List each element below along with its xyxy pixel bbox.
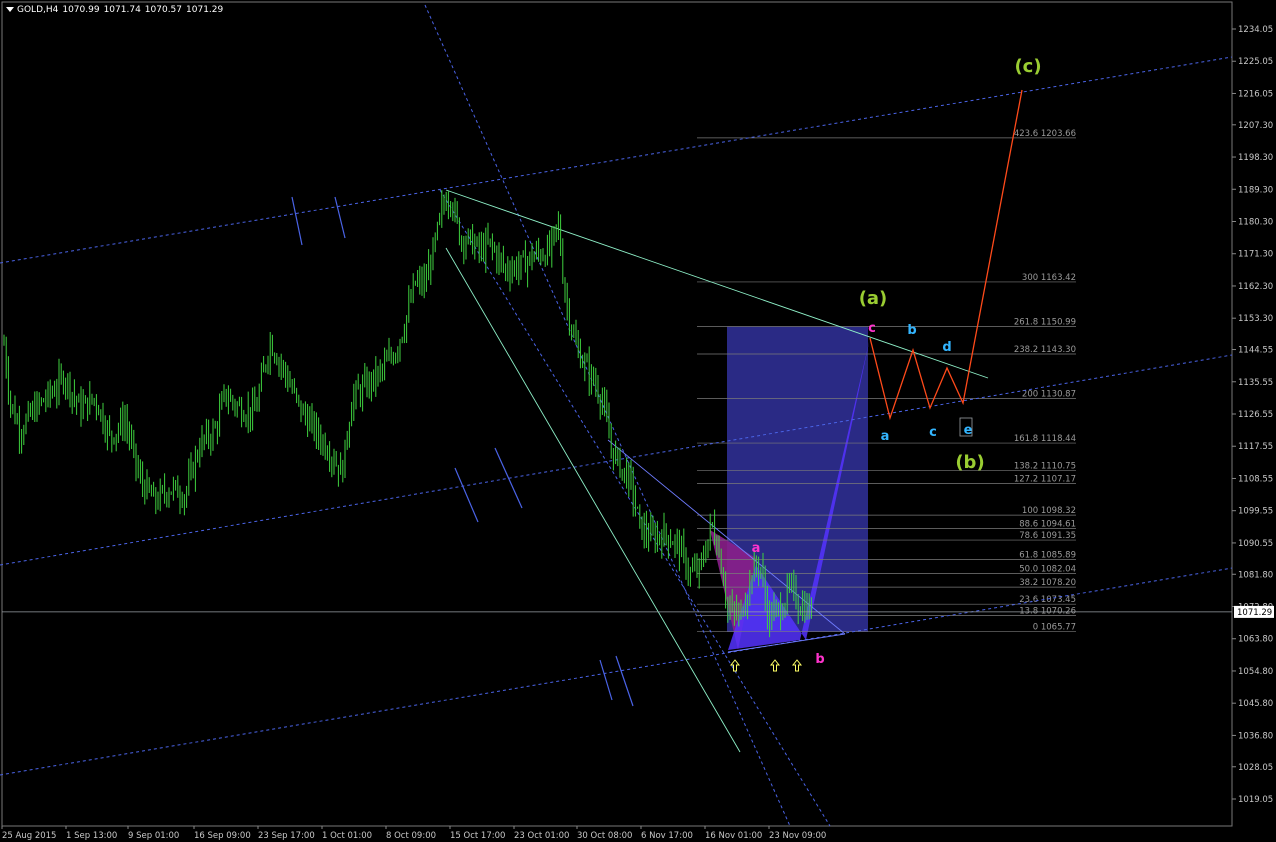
time-tick-label: 8 Oct 09:00 (386, 831, 436, 841)
price-tick-label: 1045.80 (1238, 699, 1273, 709)
time-axis: 25 Aug 2015 1 Sep 13:00 9 Sep 01:00 16 Sep … (1, 826, 826, 841)
candles (3, 190, 812, 638)
time-tick-label: 25 Aug 2015 (2, 831, 56, 841)
low-value: 1070.57 (144, 5, 183, 15)
price-tick-label: 1036.80 (1238, 731, 1273, 741)
chart-header: GOLD,H4 1070.99 1071.74 1070.57 1071.29 (6, 5, 227, 15)
price-tick-label: 1144.55 (1238, 346, 1273, 356)
time-tick-label: 1 Sep 13:00 (66, 831, 117, 841)
fib-label: 138.2 1110.75 (1014, 462, 1076, 472)
fib-label: 161.8 1118.44 (1014, 434, 1076, 444)
time-tick-label: 23 Oct 01:00 (514, 831, 569, 841)
time-tick-label: 30 Oct 08:00 (577, 831, 632, 841)
price-tick-label: 1090.55 (1238, 539, 1273, 549)
price-tick-label: 1171.30 (1238, 250, 1273, 260)
fib-label: 0 1065.77 (1033, 623, 1076, 633)
price-tick-label: 1126.55 (1238, 410, 1273, 420)
channel-tick (599, 659, 613, 701)
wave-label: b (815, 652, 824, 667)
time-tick-label: 1 Oct 01:00 (322, 831, 372, 841)
fib-label: 238.2 1143.30 (1014, 345, 1076, 355)
price-tick-label: 1099.55 (1238, 507, 1273, 517)
wave-label: a (881, 429, 890, 444)
projected-wave-path (869, 89, 1023, 421)
price-tick-label: 1028.05 (1238, 763, 1273, 773)
time-tick-label: 16 Nov 01:00 (705, 831, 762, 841)
fib-label: 88.6 1094.61 (1019, 519, 1076, 529)
price-tick-label: 1081.80 (1238, 570, 1273, 580)
channel-tick (454, 467, 479, 523)
fib-label: 200 1130.87 (1022, 390, 1076, 400)
open-value: 1070.99 (62, 5, 100, 15)
price-tick-label: 1117.55 (1238, 442, 1273, 452)
price-chart[interactable]: 0 1065.7713.8 1070.2623.6 1073.4538.2 10… (0, 0, 1276, 842)
price-tick-label: 1153.30 (1238, 314, 1273, 324)
price-tick-label: 1189.30 (1238, 185, 1273, 195)
current-price-label: 1071.29 (1237, 608, 1272, 618)
price-tick-label: 1198.30 (1238, 153, 1273, 163)
fib-label: 23.6 1073.45 (1019, 595, 1076, 605)
dropdown-triangle-icon[interactable] (6, 7, 14, 12)
fib-label: 50.0 1082.04 (1019, 564, 1076, 574)
wave-label: (c) (1014, 56, 1041, 77)
price-tick-label: 1234.05 (1238, 25, 1273, 35)
price-tick-label: 1207.30 (1238, 121, 1273, 131)
price-tick-label: 1108.55 (1238, 474, 1273, 484)
wave-label: (a) (859, 288, 888, 309)
time-tick-label: 9 Sep 01:00 (128, 831, 179, 841)
channel-tick (494, 447, 523, 509)
up-arrow-icon (729, 659, 741, 672)
up-arrow-icon (791, 659, 803, 672)
fib-label: 61.8 1085.89 (1019, 551, 1076, 561)
fib-label: 100 1098.32 (1022, 506, 1076, 516)
price-tick-label: 1216.05 (1238, 89, 1273, 99)
fib-label: 38.2 1078.20 (1019, 578, 1076, 588)
price-tick-label: 1180.30 (1238, 218, 1273, 228)
time-tick-label: 23 Nov 09:00 (769, 831, 826, 841)
wave-label: (b) (955, 452, 984, 473)
time-tick-label: 23 Sep 17:00 (258, 831, 315, 841)
price-tick-label: 1135.55 (1238, 378, 1273, 388)
time-tick-label: 16 Sep 09:00 (194, 831, 251, 841)
wave-label: c (929, 425, 937, 440)
price-tick-label: 1054.80 (1238, 667, 1273, 677)
plot-frame (1, 1, 1233, 827)
fib-label: 261.8 1150.99 (1014, 317, 1076, 327)
wave-label: a (752, 541, 761, 556)
fib-label: 127.2 1107.17 (1014, 474, 1076, 484)
price-axis: 1234.05 1225.05 1216.05 1207.30 1198.30 1189.… (1232, 25, 1273, 805)
high-value: 1071.74 (103, 5, 141, 15)
channel-line (0, 56, 1233, 264)
lower-trendline (445, 247, 741, 753)
close-value: 1071.29 (186, 5, 224, 15)
wave-label: c (868, 321, 876, 336)
price-tick-label: 1063.80 (1238, 635, 1273, 645)
symbol-label: GOLD,H4 (17, 5, 59, 15)
fib-label: 300 1163.42 (1022, 273, 1076, 283)
channel-tick (615, 655, 634, 707)
price-tick-label: 1019.05 (1238, 795, 1273, 805)
up-arrow-icon (769, 659, 781, 672)
wave-label: b (907, 323, 916, 338)
fib-label: 423.6 1203.66 (1014, 129, 1076, 139)
time-tick-label: 15 Oct 17:00 (450, 831, 505, 841)
channel-tick (291, 196, 303, 246)
time-tick-label: 6 Nov 17:00 (641, 831, 693, 841)
price-tick-label: 1162.30 (1238, 282, 1273, 292)
channel-tick (334, 196, 346, 239)
fib-label: 78.6 1091.35 (1019, 531, 1076, 541)
price-tick-label: 1225.05 (1238, 57, 1273, 67)
wave-label: d (942, 340, 951, 355)
